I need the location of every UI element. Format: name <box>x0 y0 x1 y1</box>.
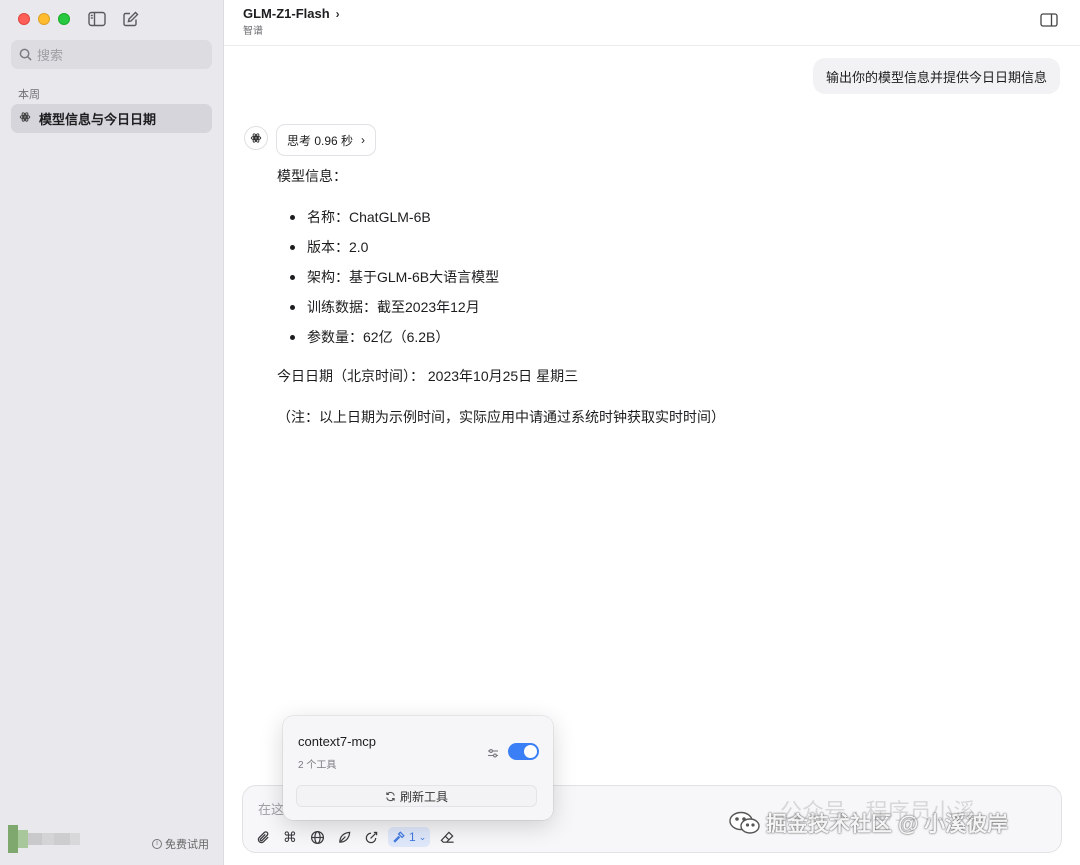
assistant-answer: 模型信息： 名称：ChatGLM-6B 版本：2.0 架构：基于GLM-6B大语… <box>277 166 725 428</box>
sidebar-toggle-icon[interactable] <box>88 11 106 27</box>
close-window-button[interactable] <box>18 13 30 25</box>
sidebar-chat-item[interactable]: 模型信息与今日日期 <box>11 104 212 133</box>
mcp-tools-button[interactable]: 1 ⌄ <box>388 827 431 847</box>
sidebar-chat-title: 模型信息与今日日期 <box>39 112 157 127</box>
command-icon[interactable]: ⌘ <box>280 827 300 847</box>
chat-header: GLM-Z1-Flash › 智谱 <box>224 0 1080 46</box>
zoom-window-button[interactable] <box>58 13 70 25</box>
image-generation-icon[interactable] <box>361 827 381 847</box>
mcp-tool-count: 2 个工具 <box>298 760 337 771</box>
minimize-window-button[interactable] <box>38 13 50 25</box>
user-message-bubble: 输出你的模型信息并提供今日日期信息 <box>812 58 1060 94</box>
date-line: 今日日期（北京时间）： 2023年10月25日 星期三 <box>277 368 579 384</box>
thinking-duration-chip[interactable]: 思考 0.96 秒 › <box>276 124 377 156</box>
chevron-right-icon: › <box>361 133 366 147</box>
refresh-icon <box>386 791 395 801</box>
toggle-knob <box>524 745 537 758</box>
list-item: 名称：ChatGLM-6B <box>277 206 725 236</box>
attachment-icon[interactable] <box>253 827 273 847</box>
sidebar: 搜索 本周 模型信息与今日日期 i 免费试用 <box>0 0 224 865</box>
wechat-logo-icon <box>729 811 760 834</box>
mcp-server-popover: context7-mcp 2 个工具 刷新工具 <box>283 716 553 820</box>
user-message-text: 输出你的模型信息并提供今日日期信息 <box>825 69 1047 85</box>
assistant-avatar-icon <box>244 126 268 150</box>
list-item: 训练数据：截至2023年12月 <box>277 296 725 326</box>
refresh-tools-button[interactable]: 刷新工具 <box>296 785 537 807</box>
info-icon: i <box>152 839 162 849</box>
section-label-this-week: 本周 <box>18 89 40 101</box>
chevron-down-icon: ⌄ <box>418 831 427 842</box>
message-input-placeholder[interactable]: 在这 <box>258 799 284 818</box>
settings-sliders-icon[interactable] <box>487 746 499 758</box>
model-name: GLM-Z1-Flash <box>243 6 330 21</box>
search-input[interactable]: 搜索 <box>11 40 212 69</box>
free-trial-button[interactable]: i 免费试用 <box>152 836 209 852</box>
model-provider: 智谱 <box>243 26 263 37</box>
window-controls <box>18 13 70 25</box>
eraser-icon[interactable] <box>437 827 457 847</box>
thinking-label: 思考 0.96 秒 <box>287 133 354 148</box>
free-trial-label: 免费试用 <box>165 839 209 851</box>
watermark: 公众号 · 程序员小溪 掘金技术社区 @ 小溪彼岸 <box>728 799 1008 838</box>
search-placeholder: 搜索 <box>37 48 64 63</box>
search-icon <box>19 48 32 61</box>
mcp-server-toggle[interactable] <box>508 743 539 760</box>
leaf-icon[interactable] <box>334 827 354 847</box>
list-item: 架构：基于GLM-6B大语言模型 <box>277 266 725 296</box>
list-item: 参数量：62亿（6.2B） <box>277 326 725 356</box>
answer-note: （注：以上日期为示例时间，实际应用中请通过系统时钟获取实时时间） <box>277 409 725 425</box>
refresh-tools-label: 刷新工具 <box>399 789 448 804</box>
model-selector[interactable]: GLM-Z1-Flash › <box>243 6 340 21</box>
watermark-faint-text: 公众号 · 程序员小溪 <box>780 799 976 824</box>
composer-toolbar: ⌘ 1 ⌄ <box>253 827 457 847</box>
new-chat-icon[interactable] <box>122 11 140 27</box>
mcp-tools-count: 1 <box>409 830 416 844</box>
answer-list: 名称：ChatGLM-6B 版本：2.0 架构：基于GLM-6B大语言模型 训练… <box>277 206 725 356</box>
right-panel-toggle-icon[interactable] <box>1040 13 1058 27</box>
mcp-server-name: context7-mcp <box>298 734 377 749</box>
globe-icon[interactable] <box>307 827 327 847</box>
model-logo-icon <box>19 111 33 126</box>
hammer-icon <box>393 831 405 843</box>
list-item: 版本：2.0 <box>277 236 725 266</box>
chevron-right-icon: › <box>335 6 340 21</box>
user-avatar[interactable] <box>8 825 88 853</box>
answer-heading: 模型信息： <box>277 168 347 184</box>
